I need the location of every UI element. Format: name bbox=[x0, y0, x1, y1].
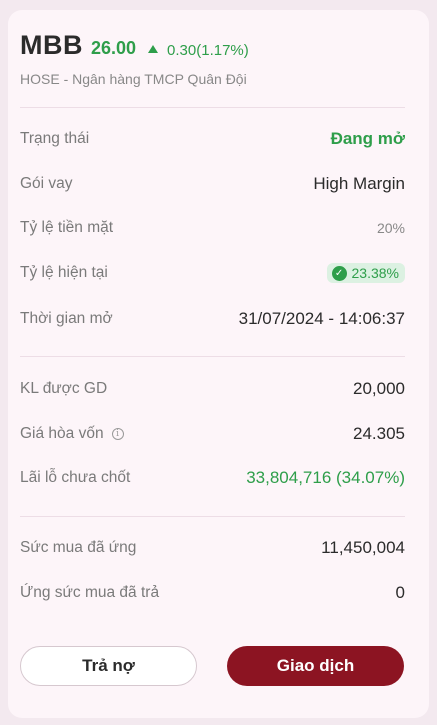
breakeven-price-label: Giá hòa vốn i bbox=[20, 425, 124, 443]
unrealized-pnl-value: 33,804,716 (34.07%) bbox=[246, 468, 405, 487]
breakeven-price-value: 24.305 bbox=[353, 424, 405, 443]
row-loan-package: Gói vay High Margin bbox=[20, 171, 405, 197]
row-cash-ratio: Tỷ lệ tiền mặt 20% bbox=[20, 215, 405, 241]
repay-button[interactable]: Trả nợ bbox=[20, 646, 197, 686]
cash-ratio-value: 20% bbox=[376, 220, 405, 236]
row-unrealized-pnl: Lãi lỗ chưa chốt 33,804,716 (34.07%) bbox=[20, 465, 405, 491]
loan-package-value: High Margin bbox=[313, 174, 405, 193]
row-repaid-advance: Ứng sức mua đã trả 0 bbox=[20, 580, 405, 606]
row-current-ratio: Tỷ lệ hiện tại ✓ 23.38% bbox=[20, 260, 405, 286]
price-change-value: 0.30(1.17%) bbox=[167, 41, 249, 59]
cash-ratio-label: Tỷ lệ tiền mặt bbox=[20, 219, 114, 236]
repaid-advance-value: 0 bbox=[395, 583, 405, 602]
tradable-volume-label: KL được GD bbox=[20, 380, 108, 397]
exchange-company-name: HOSE - Ngân hàng TMCP Quân Đội bbox=[20, 71, 247, 87]
ticker-row: MBB 26.00 0.30(1.17%) bbox=[20, 30, 405, 61]
status-value: Đang mở bbox=[330, 129, 405, 148]
tradable-volume-value: 20,000 bbox=[353, 379, 405, 398]
trade-button[interactable]: Giao dịch bbox=[227, 646, 404, 686]
triangle-up-icon bbox=[148, 45, 159, 53]
row-status: Trạng thái Đang mở bbox=[20, 126, 405, 152]
open-time-label: Thời gian mở bbox=[20, 310, 113, 327]
divider bbox=[20, 107, 405, 108]
position-card bbox=[8, 10, 429, 718]
breakeven-price-label-text: Giá hòa vốn bbox=[20, 425, 104, 442]
loan-package-label: Gói vay bbox=[20, 175, 73, 192]
divider bbox=[20, 516, 405, 517]
advanced-buying-power-label: Sức mua đã ứng bbox=[20, 539, 137, 556]
advanced-buying-power-value: 11,450,004 bbox=[321, 538, 405, 557]
position-header: MBB 26.00 0.30(1.17%) HOSE - Ngân hàng T… bbox=[20, 30, 405, 87]
row-breakeven-price: Giá hòa vốn i 24.305 bbox=[20, 421, 405, 447]
current-price: 26.00 bbox=[91, 38, 137, 58]
current-ratio-value: 23.38% bbox=[351, 265, 399, 281]
current-ratio-badge: ✓ 23.38% bbox=[326, 263, 405, 283]
repaid-advance-label: Ứng sức mua đã trả bbox=[20, 584, 160, 601]
row-tradable-volume: KL được GD 20,000 bbox=[20, 376, 405, 402]
price-change: 0.30(1.17%) bbox=[148, 42, 249, 59]
open-time-value: 31/07/2024 - 14:06:37 bbox=[238, 309, 405, 328]
check-circle-icon: ✓ bbox=[331, 265, 347, 281]
unrealized-pnl-label: Lãi lỗ chưa chốt bbox=[20, 469, 131, 486]
row-advanced-buying-power: Sức mua đã ứng 11,450,004 bbox=[20, 535, 405, 561]
row-open-time: Thời gian mở 31/07/2024 - 14:06:37 bbox=[20, 306, 405, 332]
ticker-symbol: MBB bbox=[20, 30, 83, 60]
current-ratio-label: Tỷ lệ hiện tại bbox=[20, 264, 108, 281]
info-icon[interactable]: i bbox=[111, 428, 124, 440]
status-label: Trạng thái bbox=[20, 130, 90, 147]
divider bbox=[20, 356, 405, 357]
